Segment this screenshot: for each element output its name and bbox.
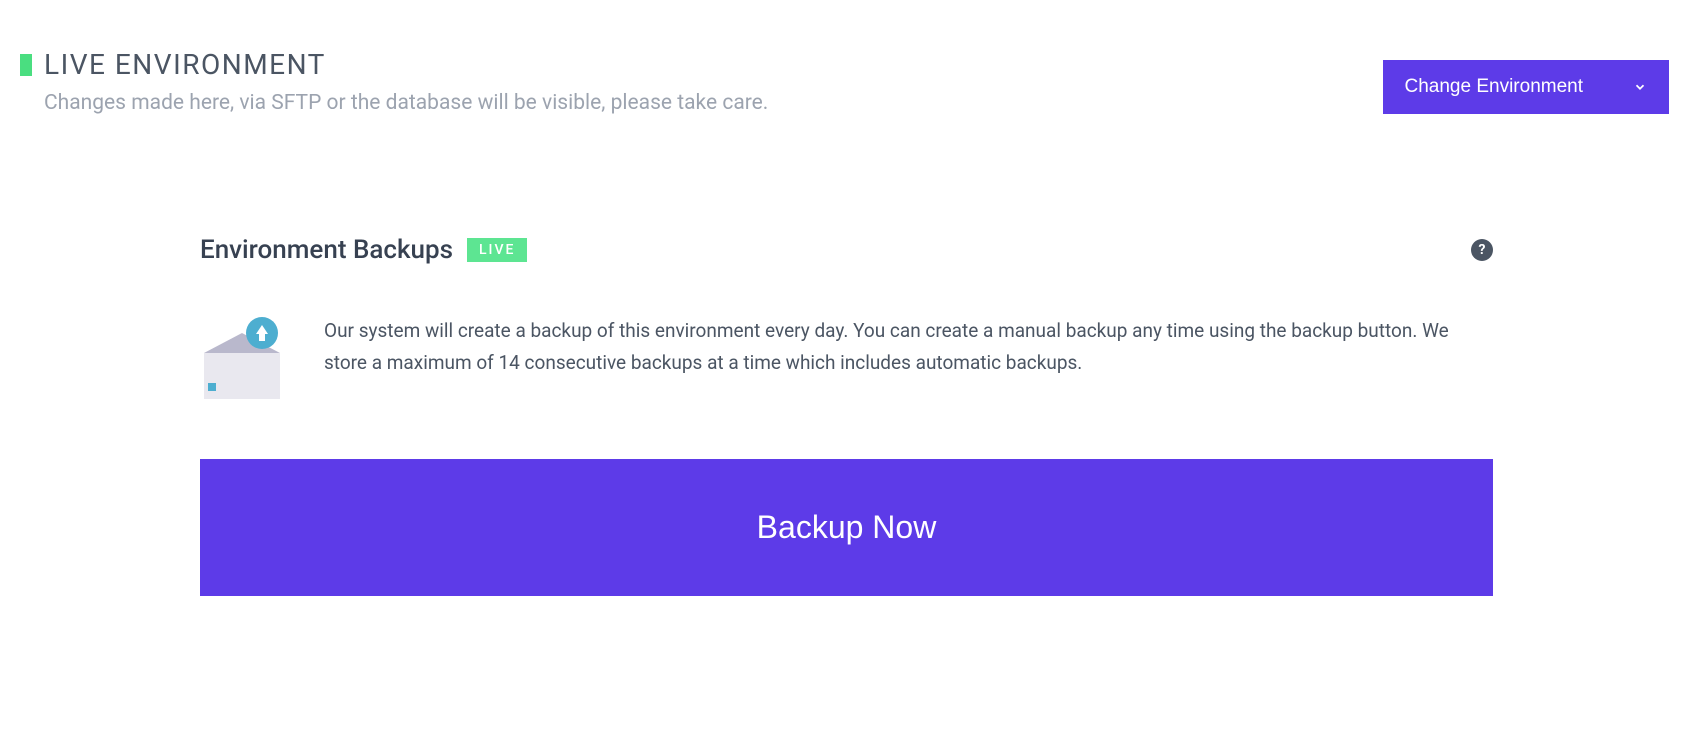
- help-symbol: ?: [1479, 242, 1486, 258]
- info-text: Our system will create a backup of this …: [324, 315, 1493, 380]
- live-badge: LIVE: [467, 238, 527, 262]
- page-title: LIVE ENVIRONMENT: [44, 48, 326, 81]
- change-environment-label: Change Environment: [1405, 76, 1584, 98]
- live-indicator-icon: [20, 54, 32, 76]
- page-header: LIVE ENVIRONMENT Changes made here, via …: [0, 0, 1693, 115]
- backup-now-label: Backup Now: [757, 509, 937, 545]
- content-area: Environment Backups LIVE ? Our system wi…: [0, 115, 1693, 596]
- info-row: Our system will create a backup of this …: [200, 315, 1493, 399]
- section-header: Environment Backups LIVE ?: [200, 235, 1493, 265]
- header-left: LIVE ENVIRONMENT Changes made here, via …: [20, 48, 768, 115]
- chevron-down-icon: [1633, 80, 1647, 94]
- section-title: Environment Backups: [200, 235, 453, 265]
- backup-icon: [200, 315, 284, 399]
- change-environment-button[interactable]: Change Environment: [1383, 60, 1670, 114]
- backup-now-button[interactable]: Backup Now: [200, 459, 1493, 596]
- page-subtitle: Changes made here, via SFTP or the datab…: [44, 91, 768, 115]
- help-icon[interactable]: ?: [1471, 239, 1493, 261]
- title-row: LIVE ENVIRONMENT: [20, 48, 768, 81]
- section-title-row: Environment Backups LIVE: [200, 235, 527, 265]
